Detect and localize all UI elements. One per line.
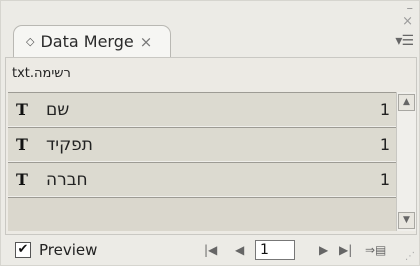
field-value: 1 (379, 170, 390, 189)
field-name: חברה (46, 169, 88, 190)
vertical-scrollbar[interactable]: ▲ ▼ (396, 92, 416, 231)
record-number-input[interactable]: 1 (255, 240, 295, 260)
field-row[interactable]: T תפקיד 1 (8, 127, 396, 162)
panel-menu-icon[interactable]: ▾☰ (395, 33, 414, 49)
resize-grip-icon[interactable]: ⋰ (405, 251, 415, 262)
scroll-up-icon[interactable]: ▲ (398, 94, 415, 111)
field-name: שם (46, 99, 70, 120)
preview-checkbox[interactable]: ✔ (15, 242, 31, 258)
text-field-icon: T (16, 135, 28, 154)
panel-body: רשימה.txt T שם 1 T תפקיד 1 T חברה 1 ▲ ▼ (5, 57, 417, 235)
field-row[interactable]: T חברה 1 (8, 162, 396, 197)
text-field-icon: T (16, 100, 28, 119)
data-merge-panel: – × ◇ Data Merge × ▾☰ רשימה.txt T שם 1 T… (0, 0, 420, 266)
tab-close-icon[interactable]: × (140, 33, 153, 51)
field-row[interactable]: T שם 1 (8, 92, 396, 127)
text-field-icon: T (16, 170, 28, 189)
next-record-icon[interactable]: ▶ (319, 243, 328, 257)
tab-title: Data Merge (40, 32, 134, 51)
scroll-down-icon[interactable]: ▼ (398, 212, 415, 229)
field-list: T שם 1 T תפקיד 1 T חברה 1 (8, 92, 396, 231)
tab-bar: ◇ Data Merge × ▾☰ (1, 1, 419, 57)
last-record-icon[interactable]: ▶| (339, 243, 352, 257)
create-merged-document-icon[interactable]: ⇒▤ (365, 243, 386, 257)
empty-list-area (8, 197, 396, 231)
field-value: 1 (379, 135, 390, 154)
field-value: 1 (379, 100, 390, 119)
preview-label: Preview (39, 241, 98, 259)
data-source-filename: רשימה.txt (12, 66, 71, 81)
previous-record-icon[interactable]: ◀ (235, 243, 244, 257)
footer-bar: ✔ Preview |◀ ◀ 1 ▶ ▶| ⇒▤ ⋰ (1, 237, 419, 265)
tab-data-merge[interactable]: ◇ Data Merge × (13, 25, 171, 57)
field-name: תפקיד (46, 134, 93, 155)
tab-diamond-icon: ◇ (26, 35, 35, 48)
first-record-icon[interactable]: |◀ (204, 243, 217, 257)
